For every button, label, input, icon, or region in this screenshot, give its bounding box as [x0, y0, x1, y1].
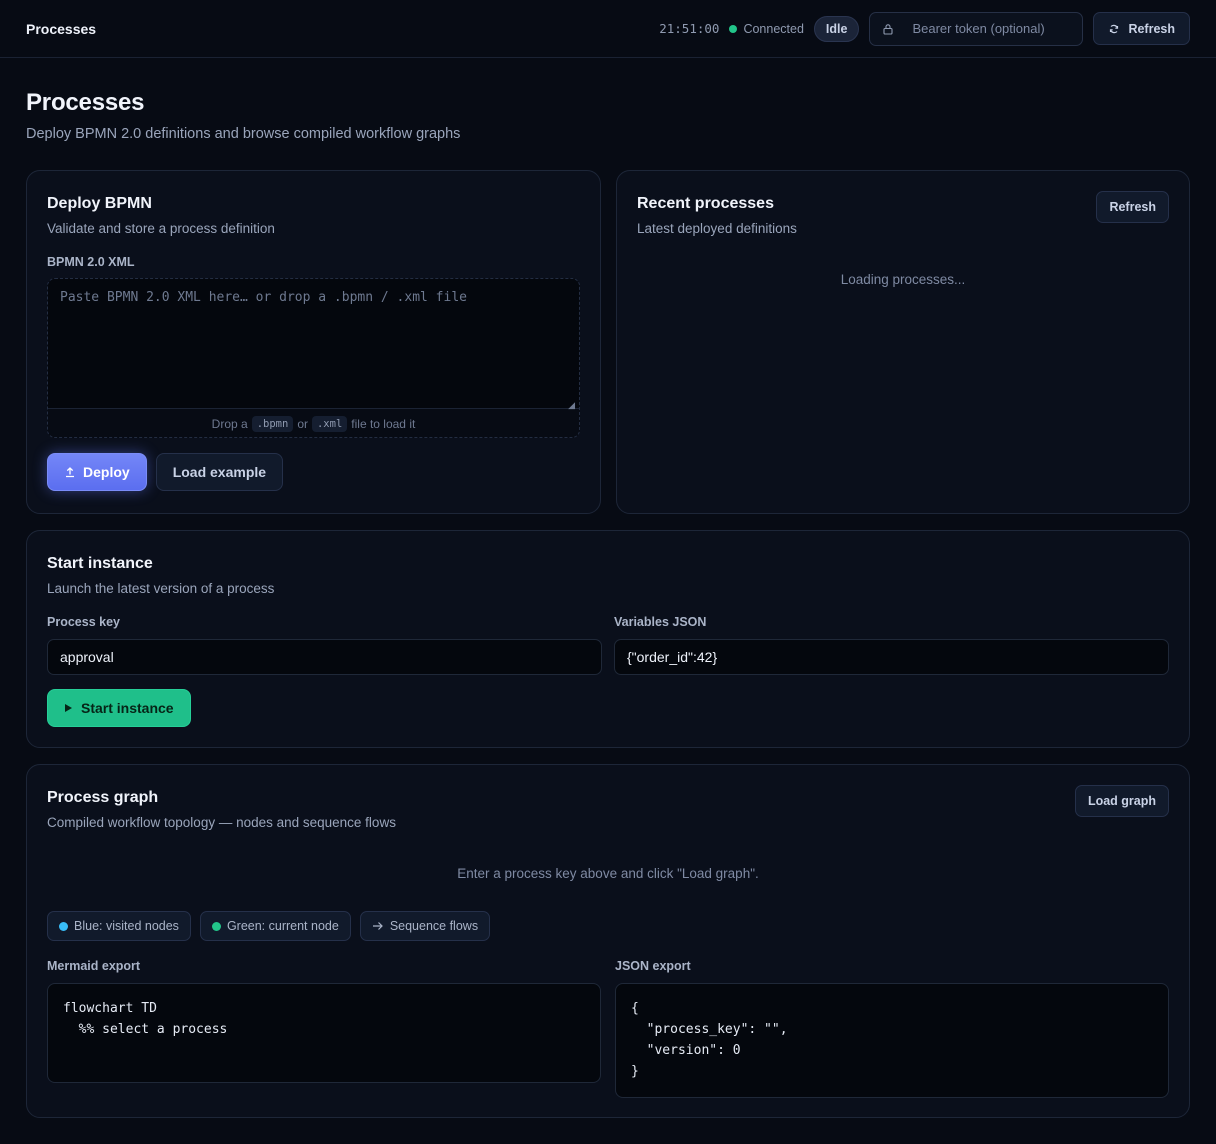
upload-icon [66, 467, 74, 478]
deploy-subtitle: Validate and store a process definition [47, 221, 275, 236]
graph-empty-text: Enter a process key above and click "Loa… [457, 866, 759, 881]
bpmn-xml-textarea[interactable] [48, 279, 579, 409]
process-key-input[interactable] [47, 639, 602, 675]
drop-hint: Drop a .bpmn or .xml file to load it [48, 413, 579, 435]
recent-refresh-button[interactable]: Refresh [1096, 191, 1169, 223]
legend-flows-label: Sequence flows [389, 919, 479, 933]
graph-legend: Blue: visited nodes Green: current node … [47, 911, 491, 941]
start-instance-button[interactable]: Start instance [47, 689, 191, 727]
top-bar-right: 21:51:00 Connected Idle Refresh [659, 11, 1190, 46]
deploy-card: Deploy BPMN Validate and store a process… [26, 170, 601, 514]
lock-icon [883, 23, 894, 35]
top-bar: Processes 21:51:00 Connected Idle Refres… [0, 0, 1216, 58]
deploy-button[interactable]: Deploy [47, 453, 147, 491]
bearer-token-input[interactable] [912, 21, 1063, 36]
bearer-token-field[interactable] [869, 11, 1084, 46]
drop-hint-prefix: Drop a [211, 417, 248, 431]
top-refresh-button[interactable]: Refresh [1093, 12, 1190, 45]
variables-json-label: Variables JSON [614, 615, 707, 629]
deploy-title: Deploy BPMN [47, 195, 152, 212]
process-graph-card: Process graph Compiled workflow topology… [26, 764, 1190, 1118]
recent-title: Recent processes [637, 195, 774, 212]
resize-grip-icon[interactable]: ◢ [568, 400, 575, 411]
graph-subtitle: Compiled workflow topology — nodes and s… [47, 815, 396, 830]
legend-visited-label: Blue: visited nodes [74, 919, 179, 933]
connection-dot-icon [729, 24, 738, 33]
deploy-label: Deploy [83, 464, 130, 480]
json-export-code[interactable]: { "process_key": "", "version": 0 } [615, 983, 1169, 1098]
legend-visited: Blue: visited nodes [47, 911, 191, 941]
top-refresh-label: Refresh [1128, 21, 1175, 36]
drop-hint-suffix: file to load it [351, 417, 416, 431]
process-key-label: Process key [47, 615, 120, 629]
json-export-label: JSON export [615, 959, 691, 973]
clock: 21:51:00 [659, 21, 720, 36]
legend-current-label: Green: current node [226, 919, 339, 933]
loading-processes-text: Loading processes... [840, 272, 966, 287]
drop-hint-or: or [297, 417, 308, 431]
load-graph-button[interactable]: Load graph [1074, 785, 1169, 817]
page-title: Processes [26, 89, 145, 116]
page-subtitle: Deploy BPMN 2.0 definitions and browse c… [26, 126, 461, 142]
bpmn-xml-label: BPMN 2.0 XML [47, 255, 135, 269]
connection-label: Connected [743, 21, 804, 36]
arrow-right-icon [372, 922, 383, 930]
legend-flows: Sequence flows [359, 911, 491, 941]
status-badge: Idle [813, 15, 860, 42]
mermaid-export-code[interactable]: flowchart TD %% select a process [47, 983, 601, 1083]
play-icon [65, 704, 72, 712]
variables-json-input[interactable] [614, 639, 1169, 675]
start-title: Start instance [47, 555, 153, 572]
start-instance-card: Start instance Launch the latest version… [26, 530, 1190, 748]
refresh-icon [1110, 24, 1119, 33]
bpmn-dropzone[interactable]: ◢ Drop a .bpmn or .xml file to load it [47, 278, 580, 438]
recent-processes-card: Recent processes Latest deployed definit… [616, 170, 1190, 514]
drop-ext-xml: .xml [311, 416, 348, 432]
connection-status: Connected [729, 21, 804, 36]
start-instance-label: Start instance [81, 700, 174, 716]
app-title: Processes [26, 20, 97, 37]
recent-subtitle: Latest deployed definitions [637, 221, 797, 236]
visited-dot-icon [59, 921, 68, 931]
start-subtitle: Launch the latest version of a process [47, 581, 275, 596]
load-example-button[interactable]: Load example [155, 453, 284, 491]
mermaid-export-label: Mermaid export [47, 959, 141, 973]
graph-title: Process graph [47, 789, 159, 806]
drop-ext-bpmn: .bpmn [251, 416, 294, 432]
legend-current: Green: current node [199, 911, 351, 941]
current-dot-icon [211, 921, 221, 931]
